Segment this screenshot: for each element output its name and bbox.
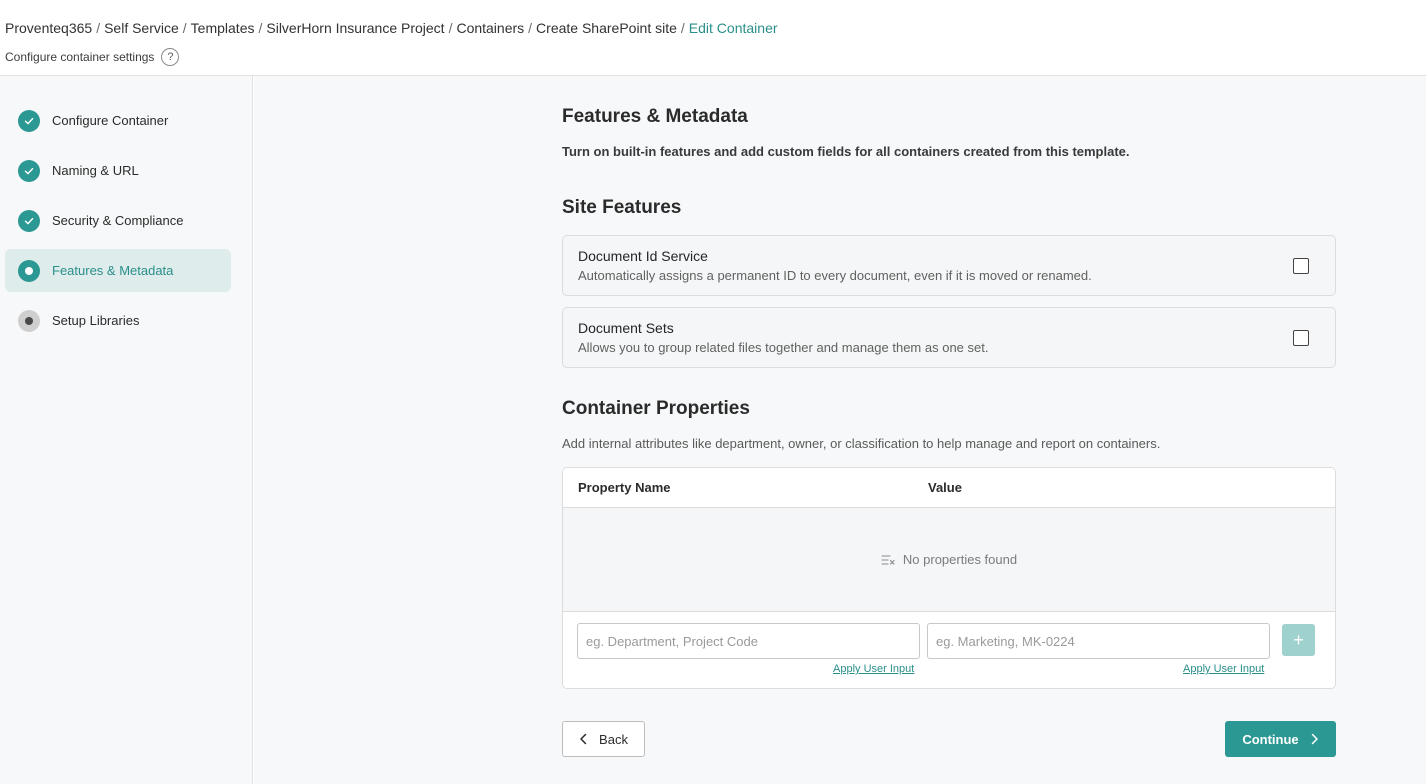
document-sets-checkbox[interactable] [1293,330,1309,346]
check-icon [18,109,40,132]
apply-user-input-name-link[interactable]: Apply User Input [833,663,914,675]
breadcrumb-separator: / [448,20,453,36]
step-security-compliance[interactable]: Security & Compliance [5,199,231,242]
back-button[interactable]: Back [562,721,645,757]
step-setup-libraries[interactable]: Setup Libraries [5,299,231,342]
step-label: Configure Container [52,113,169,128]
column-header-value: Value [928,480,962,495]
step-features-metadata[interactable]: Features & Metadata [5,249,231,292]
check-icon [18,159,40,182]
breadcrumb: Proventeq365/Self Service / Templates / Silv… [5,20,778,36]
add-property-button[interactable]: + [1282,624,1315,656]
step-label: Setup Libraries [52,313,140,328]
breadcrumb-item[interactable]: Containers [456,20,524,36]
breadcrumb-item[interactable]: Templates [191,20,255,36]
breadcrumb-item[interactable]: SilverHorn Insurance Project [266,20,444,36]
step-configure-container[interactable]: Configure Container [5,99,231,142]
chevron-right-icon [1311,733,1319,745]
empty-state: No properties found [563,552,1335,567]
chevron-left-icon [579,733,587,745]
wizard-sidebar: Configure Container Naming & URL Securit… [0,76,253,784]
feature-description: Automatically assigns a permanent ID to … [578,268,1092,283]
empty-text: No properties found [902,552,1018,567]
table-header: Property Name Value [563,468,1335,508]
properties-table: Property Name Value No properties found … [562,467,1336,689]
apply-user-input-value-link[interactable]: Apply User Input [1183,663,1264,675]
page-title: Features & Metadata [562,106,748,127]
breadcrumb-item[interactable]: Proventeq365 [5,20,92,36]
step-label: Security & Compliance [52,213,184,228]
page-header: Proventeq365/Self Service / Templates / Silv… [0,0,1426,76]
container-properties-description: Add internal attributes like department,… [562,436,1161,451]
pending-dot-icon [18,309,40,332]
check-icon [18,209,40,232]
breadcrumb-item[interactable]: Self Service [104,20,179,36]
breadcrumb-item[interactable]: Create SharePoint site [536,20,677,36]
breadcrumb-separator: / [528,20,533,36]
feature-title: Document Sets [578,320,674,336]
feature-description: Allows you to group related files togeth… [578,340,989,355]
empty-list-icon [881,554,895,566]
continue-button[interactable]: Continue [1225,721,1336,757]
property-value-input[interactable] [927,623,1270,659]
page-subtitle: Configure container settings ? [5,48,180,66]
document-id-checkbox[interactable] [1293,258,1309,274]
table-body: No properties found [563,508,1335,612]
breadcrumb-current: Edit Container [688,20,778,36]
current-dot-icon [18,259,40,282]
step-label: Naming & URL [52,163,139,178]
subtitle-text: Configure container settings [5,50,155,64]
container-properties-heading: Container Properties [562,398,750,419]
breadcrumb-separator: / [182,20,187,36]
main-content: Features & Metadata Turn on built-in fea… [254,76,1426,784]
feature-card-document-sets: Document Sets Allows you to group relate… [562,307,1336,368]
breadcrumb-separator: / [680,20,685,36]
breadcrumb-separator: / [258,20,263,36]
feature-card-document-id: Document Id Service Automatically assign… [562,235,1336,296]
add-property-row: Apply User Input Apply User Input + [563,613,1335,688]
feature-title: Document Id Service [578,248,708,264]
step-label: Features & Metadata [52,263,174,278]
page-description: Turn on built-in features and add custom… [562,144,1130,159]
property-name-input[interactable] [577,623,920,659]
site-features-heading: Site Features [562,197,682,218]
step-naming-url[interactable]: Naming & URL [5,149,231,192]
back-label: Back [599,731,628,747]
column-header-property-name: Property Name [578,480,671,495]
breadcrumb-separator: / [96,20,101,36]
continue-label: Continue [1242,731,1299,747]
help-icon[interactable]: ? [161,48,180,66]
